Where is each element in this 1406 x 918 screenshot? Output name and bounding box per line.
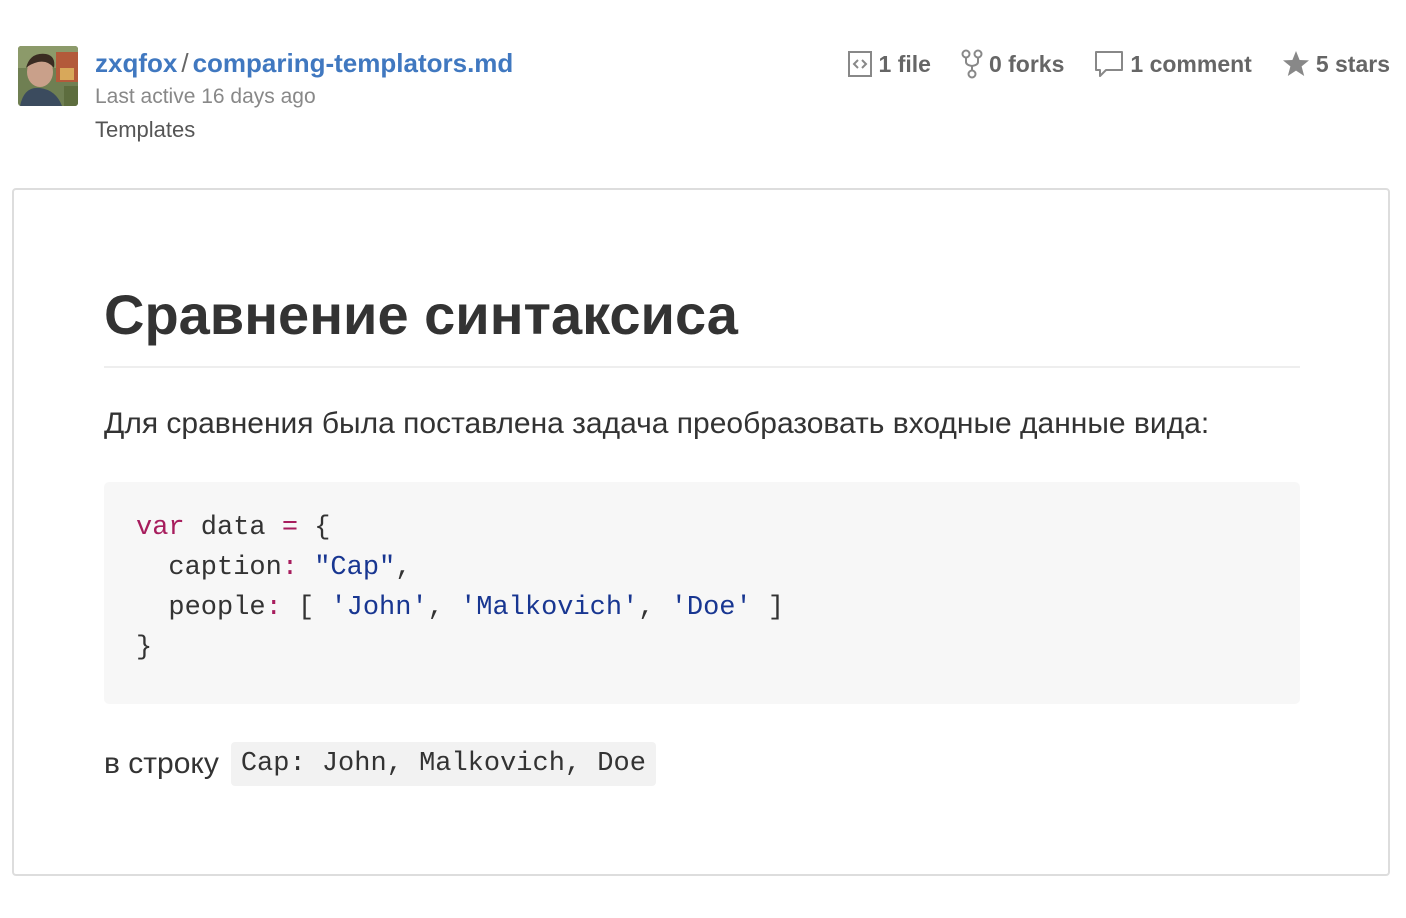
fork-icon	[961, 49, 983, 79]
comments-count: 1 comment	[1130, 50, 1252, 77]
code-token: 'Doe'	[670, 593, 752, 623]
code-line: people: [ 'John', 'Malkovich', 'Doe' ]	[136, 588, 1268, 628]
gist-file-box: Сравнение синтаксиса Для сравнения была …	[12, 188, 1390, 876]
last-active-text: Last active 16 days ago	[95, 85, 316, 108]
code-token: }	[136, 633, 153, 663]
code-line: }	[136, 628, 1268, 668]
stars-stat[interactable]: 5 stars	[1282, 50, 1390, 78]
gist-title: zxqfox / comparing-templators.md	[95, 47, 513, 79]
comments-stat[interactable]: 1 comment	[1094, 50, 1252, 78]
code-token: :	[281, 553, 299, 583]
intro-paragraph: Для сравнения была поставлена задача пре…	[104, 407, 1210, 440]
code-token: 'John'	[330, 593, 428, 623]
comment-icon	[1094, 50, 1124, 78]
files-stat[interactable]: 1 file	[847, 50, 931, 78]
result-label: в строку	[104, 747, 219, 780]
result-paragraph: в строку Cap: John, Malkovich, Doe	[104, 742, 656, 786]
code-block: var data = { caption: "Cap", people: [ '…	[104, 482, 1300, 704]
gist-description: Templates	[95, 117, 196, 142]
user-avatar[interactable]	[18, 46, 78, 106]
code-token: {	[298, 513, 331, 543]
code-token: "Cap"	[314, 553, 396, 583]
code-token: ,	[427, 593, 461, 623]
title-separator: /	[181, 48, 189, 78]
code-token: ]	[751, 593, 785, 623]
code-line: caption: "Cap",	[136, 548, 1268, 588]
code-token: 'Malkovich'	[460, 593, 639, 623]
forks-count: 0 forks	[988, 50, 1065, 77]
heading-divider	[104, 366, 1300, 368]
gist-stats: 1 file 0 forks 1 comment 5 stars	[847, 46, 1390, 82]
code-token: people	[136, 593, 266, 623]
code-token: =	[281, 513, 299, 543]
code-token: ,	[638, 593, 671, 623]
code-file-icon	[847, 50, 873, 78]
code-token: caption	[136, 553, 282, 583]
code-token: :	[265, 593, 282, 623]
forks-stat[interactable]: 0 forks	[961, 49, 1064, 79]
owner-link[interactable]: zxqfox	[95, 48, 177, 78]
inline-code: Cap: John, Malkovich, Doe	[230, 742, 656, 786]
code-line: var data = {	[136, 508, 1268, 548]
content-heading: Сравнение синтаксиса	[104, 283, 738, 346]
code-token: [	[281, 593, 331, 623]
files-count: 1 file	[878, 50, 931, 77]
gist-name-link[interactable]: comparing-templators.md	[193, 48, 514, 78]
star-icon	[1282, 50, 1310, 78]
code-token: data	[184, 513, 282, 543]
code-token: ,	[395, 553, 412, 583]
code-token: var	[136, 513, 185, 543]
stars-count: 5 stars	[1315, 50, 1390, 77]
